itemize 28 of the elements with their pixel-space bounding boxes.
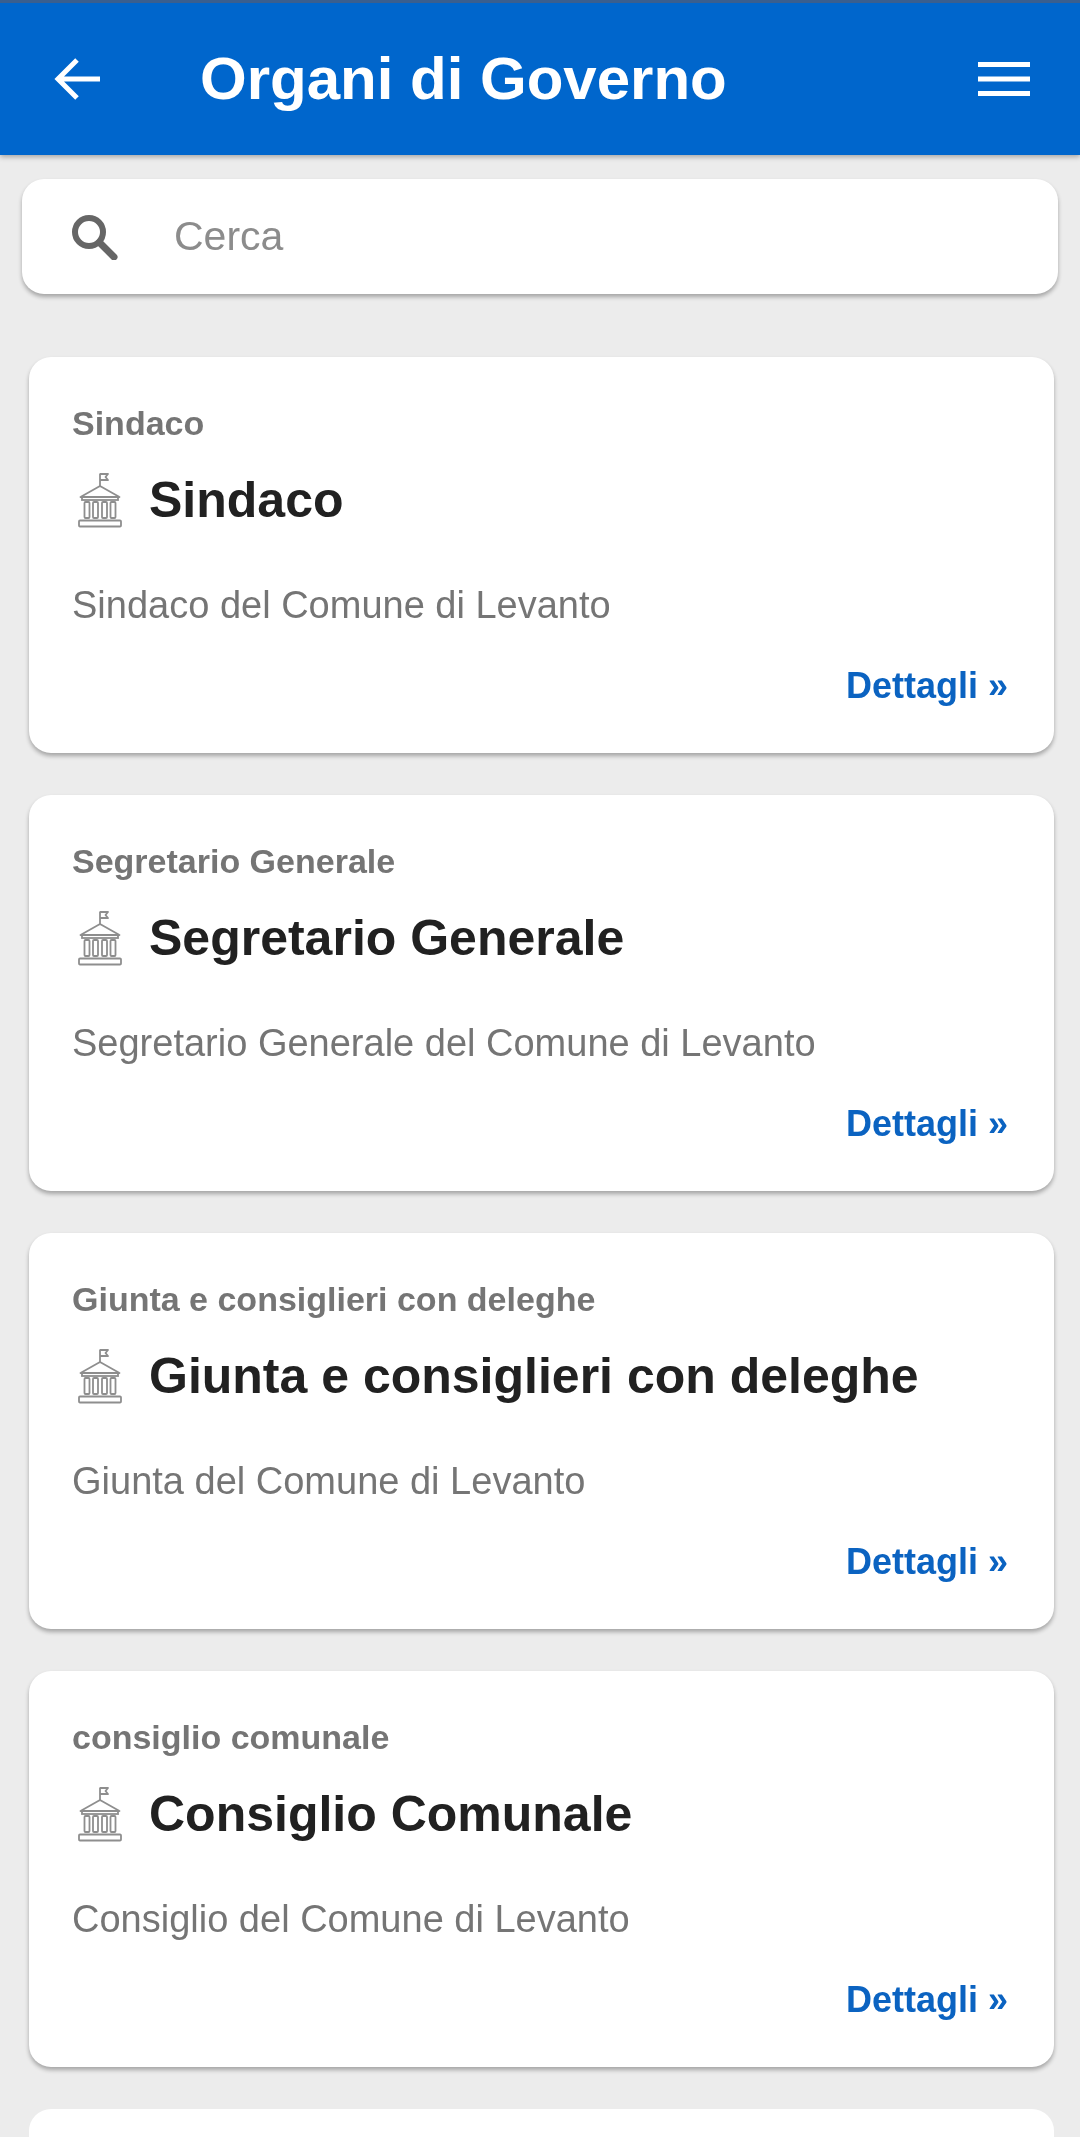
back-button[interactable] bbox=[54, 57, 101, 101]
arrow-left-icon bbox=[54, 57, 101, 101]
search-input[interactable]: Cerca bbox=[174, 206, 1028, 267]
card-category: Giunta e consiglieri con deleghe bbox=[72, 1279, 597, 1320]
details-link[interactable]: Dettagli » bbox=[845, 1538, 1008, 1586]
card-category: consiglio comunale bbox=[72, 1717, 391, 1758]
building-icon bbox=[78, 1786, 122, 1842]
card-description: Segretario Generale del Comune di Levanto bbox=[72, 1021, 817, 1066]
search-box[interactable]: Cerca bbox=[22, 179, 1058, 294]
app-bar-title: Organi di Governo bbox=[200, 44, 728, 114]
card-description: Giunta del Comune di Levanto bbox=[72, 1459, 587, 1504]
card-description: Sindaco del Comune di Levanto bbox=[72, 583, 612, 628]
menu-icon bbox=[978, 62, 1030, 96]
card-description: Consiglio del Comune di Levanto bbox=[72, 1897, 631, 1942]
card-title: Segretario Generale bbox=[149, 909, 625, 968]
details-link[interactable]: Dettagli » bbox=[845, 662, 1008, 710]
menu-button[interactable] bbox=[978, 62, 1030, 96]
card-title: Consiglio Comunale bbox=[149, 1785, 633, 1844]
building-icon bbox=[78, 910, 122, 966]
card-category: Segretario Generale bbox=[72, 841, 397, 882]
details-link[interactable]: Dettagli » bbox=[845, 1100, 1008, 1148]
building-icon bbox=[78, 1348, 122, 1404]
card-category: Sindaco bbox=[72, 403, 206, 444]
search-icon bbox=[71, 213, 118, 260]
card-title: Sindaco bbox=[149, 471, 344, 530]
details-link[interactable]: Dettagli » bbox=[845, 1976, 1008, 2024]
card-title: Giunta e consiglieri con deleghe bbox=[149, 1347, 919, 1406]
building-icon bbox=[78, 472, 122, 528]
